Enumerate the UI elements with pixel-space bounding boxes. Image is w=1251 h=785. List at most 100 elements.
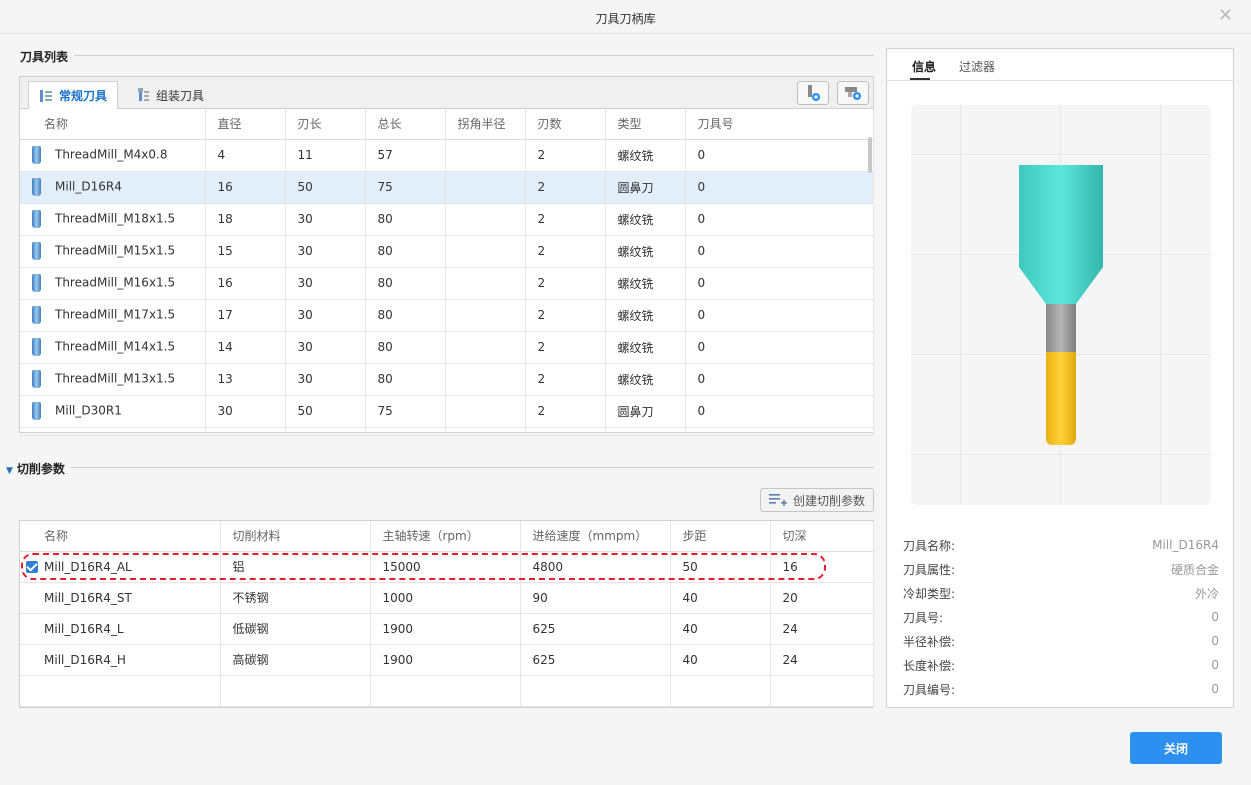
tool-cell-type: 螺纹铣 [605,299,686,332]
property-label: 刀具编号: [903,682,956,697]
tab-info[interactable]: 信息 [912,58,936,75]
cutting-cell-spindle: 1900 [370,613,521,645]
column-header[interactable]: 进给速度（mmpm） [520,521,671,552]
column-header[interactable]: 主轴转速（rpm） [370,521,521,552]
tool-cell-type: 螺纹铣 [605,139,686,172]
tab-filter[interactable]: 过滤器 [959,58,995,75]
tool-name-cell: ThreadMill_M15x1.5 [20,235,206,268]
cutting-row[interactable]: Mill_D16R4_H 高碳钢 1900 625 40 24 [20,644,874,676]
cutting-section-title[interactable]: ▼ 切削参数 [6,460,71,477]
tool-cell-diameter: 18 [205,203,286,236]
tool-cell-total-len: 75 [365,395,446,428]
row-checkbox[interactable] [26,561,38,573]
tool-cell-flutes: 2 [525,171,606,204]
cutting-params-panel: 名称 切削材料 主轴转速（rpm） 进给速度（mmpm） 步距 切深 Mill_D16R4… [19,520,874,708]
tool-cell-tool-no: 0 [685,395,874,428]
cutting-row[interactable]: Mill_D16R4_ST 不锈钢 1000 90 40 20 [20,582,874,614]
cutting-cell-step: 50 [670,551,771,583]
tab-label: 常规刀具 [59,89,108,103]
cutting-cell-feed: 90 [520,582,671,614]
tool-name: ThreadMill_M16x1.5 [55,275,176,290]
tool-cell-tool-no: 0 [685,299,874,332]
tool-cell-total-len: 80 [365,299,446,332]
cutting-cell-depth: 20 [770,582,874,614]
tool-cell-type: 螺纹铣 [605,331,686,364]
tool-row[interactable]: Mill_D30R1 30 50 75 2 圆鼻刀 0 [20,395,874,428]
cutting-name: Mill_D16R4_ST [44,590,132,605]
tool-cell-flutes: 2 [525,139,606,172]
property-value: 0 [1211,634,1219,648]
cutting-name: Mill_D16R4_AL [44,559,132,574]
column-header[interactable]: 名称 [20,521,221,552]
tool-cell-total-len: 57 [365,139,446,172]
tool-name: Mill_D30R1 [55,403,122,418]
tool-icon [32,370,41,388]
cutting-row[interactable]: Mill_D16R4_AL 铝 15000 4800 50 16 [20,551,874,583]
tab-regular-tools[interactable]: 常规刀具 [28,81,119,110]
tool-name-cell: ThreadMill_M13x1.5 [20,363,206,396]
column-header[interactable]: 名称 [20,109,206,140]
tool-cell-type: 螺纹铣 [605,203,686,236]
close-button[interactable]: 关闭 [1130,732,1222,764]
tool-row[interactable]: ThreadMill_M18x1.5 18 30 80 2 螺纹铣 0 [20,203,874,236]
cutting-cell-material: 铝 [220,551,371,583]
tool-cell-flute-len: 50 [285,171,366,204]
tool-cell-diameter: 4 [205,139,286,172]
tool-name-cell: ThreadMill_M16x1.5 [20,267,206,300]
column-header[interactable]: 步距 [670,521,771,552]
column-header[interactable]: 刀具号 [685,109,874,140]
section-divider [20,467,874,468]
tool-cell-flutes: 2 [525,363,606,396]
tool-row[interactable]: ThreadMill_M13x1.5 13 30 80 2 螺纹铣 0 [20,363,874,396]
column-header[interactable]: 类型 [605,109,686,140]
column-header[interactable]: 切深 [770,521,874,552]
cutting-name-cell: Mill_D16R4_H [20,644,221,676]
create-cutting-params-button[interactable]: 创建切削参数 [760,488,874,512]
tool-row[interactable]: Mill_D16R4 16 50 75 2 圆鼻刀 0 [20,171,874,204]
property-value: 外冷 [1194,586,1219,601]
tool-row[interactable]: ThreadMill_M16x1.5 16 30 80 2 螺纹铣 0 [20,267,874,300]
property-label: 刀具号: [903,610,944,625]
tool-list-scrollbar[interactable] [868,137,872,173]
cutting-name-cell: Mill_D16R4_AL [20,551,221,583]
tool-name: ThreadMill_M13x1.5 [55,371,176,386]
tool-cell-corner-r [445,235,526,268]
property-row: 刀具名称: Mill_D16R4 [903,533,1219,557]
tab-assembled-tools[interactable]: 组装刀具 [126,81,214,109]
tool-cell-flute-len: 30 [285,299,366,332]
cutting-name-cell: Mill_D16R4_L [20,613,221,645]
cutting-cell-material: 高碳钢 [220,644,371,676]
tool-row[interactable]: ThreadMill_M15x1.5 15 30 80 2 螺纹铣 0 [20,235,874,268]
cutting-cell-feed: 625 [520,613,671,645]
tool-cell-tool-no: 0 [685,203,874,236]
tool-cell-tool-no: 0 [685,139,874,172]
tool-cell-total-len: 80 [365,331,446,364]
tool-icon [32,210,41,228]
tool-cell-diameter: 16 [205,267,286,300]
column-header[interactable]: 切削材料 [220,521,371,552]
create-button-label: 创建切削参数 [792,493,865,508]
cutting-row[interactable]: Mill_D16R4_L 低碳钢 1900 625 40 24 [20,613,874,645]
add-tool-button[interactable] [797,81,829,105]
window-close-icon[interactable]: ✕ [1218,6,1233,26]
tool-cell-flutes: 2 [525,395,606,428]
column-header[interactable]: 直径 [205,109,286,140]
column-header[interactable]: 刃长 [285,109,366,140]
tool-cell-flute-len: 11 [285,139,366,172]
tool-cell-flutes: 2 [525,235,606,268]
tool-row[interactable]: ThreadMill_M4x0.8 4 11 57 2 螺纹铣 0 [20,139,874,172]
cutting-cell-material: 不锈钢 [220,582,371,614]
tool-name-cell: ThreadMill_M14x1.5 [20,331,206,364]
tool-cell-tool-no: 0 [685,171,874,204]
tool-row[interactable]: ThreadMill_M17x1.5 17 30 80 2 螺纹铣 0 [20,299,874,332]
tool-cell-total-len: 80 [365,235,446,268]
tool-name-cell: ThreadMill_M17x1.5 [20,299,206,332]
column-header[interactable]: 总长 [365,109,446,140]
cutting-cell-depth: 24 [770,644,874,676]
tool-row[interactable]: ThreadMill_M14x1.5 14 30 80 2 螺纹铣 0 [20,331,874,364]
column-header[interactable]: 拐角半径 [445,109,526,140]
property-value: 0 [1211,610,1219,624]
column-header[interactable]: 刃数 [525,109,606,140]
add-assembly-button[interactable] [837,81,869,105]
cutting-cell-spindle: 1000 [370,582,521,614]
